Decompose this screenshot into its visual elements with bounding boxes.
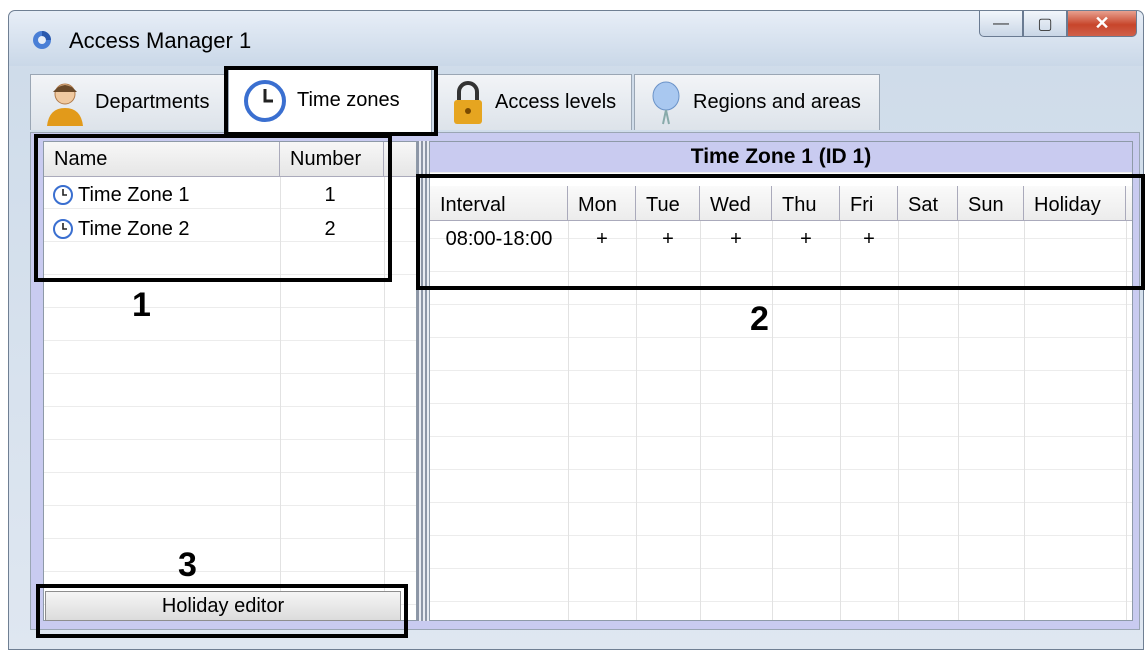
column-header-sun[interactable]: Sun xyxy=(958,186,1024,220)
list-item[interactable]: Time Zone 2 2 xyxy=(44,212,416,246)
tab-regions-and-areas[interactable]: Regions and areas xyxy=(634,74,880,130)
time-zones-list: Name Number Time Zone 1 1 Time Zone 2 2 … xyxy=(43,141,417,621)
column-header-sat[interactable]: Sat xyxy=(898,186,958,220)
content-panel: Name Number Time Zone 1 1 Time Zone 2 2 … xyxy=(30,132,1140,630)
callout-1: 1 xyxy=(132,286,151,324)
tab-departments[interactable]: Departments xyxy=(30,74,226,130)
clock-icon xyxy=(243,79,287,123)
maximize-button[interactable]: ▢ xyxy=(1023,11,1067,37)
close-button[interactable]: ✕ xyxy=(1067,11,1137,37)
day-cell[interactable]: + xyxy=(568,222,636,256)
app-logo-icon xyxy=(33,31,51,49)
day-cell[interactable]: + xyxy=(772,222,840,256)
interval-cell[interactable]: 08:00-18:00 xyxy=(430,222,568,256)
balloon-icon xyxy=(649,80,683,126)
time-zone-number: 1 xyxy=(324,183,336,206)
column-header-holiday[interactable]: Holiday xyxy=(1024,186,1126,220)
day-cell[interactable] xyxy=(898,222,958,256)
table-row[interactable]: 08:00-18:00 + + + + + xyxy=(430,222,1126,256)
callout-3: 3 xyxy=(178,546,197,584)
day-cell[interactable] xyxy=(1024,222,1126,256)
column-header-wed[interactable]: Wed xyxy=(700,186,772,220)
time-zone-name: Time Zone 2 xyxy=(78,217,190,240)
pane-splitter[interactable] xyxy=(417,141,429,621)
time-zone-name: Time Zone 1 xyxy=(78,183,190,206)
window-title: Access Manager 1 xyxy=(69,28,252,53)
time-zone-number: 2 xyxy=(324,217,336,240)
callout-2: 2 xyxy=(750,300,769,338)
schedule-title: Time Zone 1 (ID 1) xyxy=(430,142,1132,172)
list-header: Name Number xyxy=(44,142,416,177)
column-header-thu[interactable]: Thu xyxy=(772,186,840,220)
column-header-mon[interactable]: Mon xyxy=(568,186,636,220)
tab-time-zones[interactable]: Time zones xyxy=(228,66,432,134)
column-header-name[interactable]: Name xyxy=(44,142,280,176)
tab-label: Access levels xyxy=(495,91,617,113)
clock-icon xyxy=(53,219,73,239)
tab-label: Time zones xyxy=(297,89,400,111)
tab-label: Departments xyxy=(95,91,210,113)
day-cell[interactable]: + xyxy=(840,222,898,256)
schedule-header: Interval Mon Tue Wed Thu Fri Sat Sun Hol… xyxy=(430,186,1132,221)
lock-icon xyxy=(451,80,485,126)
tab-label: Regions and areas xyxy=(693,91,861,113)
tab-access-levels[interactable]: Access levels xyxy=(436,74,632,130)
list-item[interactable]: Time Zone 1 1 xyxy=(44,178,416,212)
clock-icon xyxy=(53,185,73,205)
day-cell[interactable]: + xyxy=(636,222,700,256)
minimize-button[interactable]: — xyxy=(979,11,1023,37)
person-icon xyxy=(45,80,85,126)
column-header-interval[interactable]: Interval xyxy=(430,186,568,220)
holiday-editor-button[interactable]: Holiday editor xyxy=(45,591,401,621)
column-header-number[interactable]: Number xyxy=(280,142,384,176)
time-zone-schedule: Time Zone 1 (ID 1) Interval Mon Tue Wed … xyxy=(429,141,1133,621)
day-cell[interactable]: + xyxy=(700,222,772,256)
day-cell[interactable] xyxy=(958,222,1024,256)
title-bar[interactable]: Access Manager 1 — ▢ ✕ xyxy=(9,11,1143,66)
column-header-tue[interactable]: Tue xyxy=(636,186,700,220)
column-header-fri[interactable]: Fri xyxy=(840,186,898,220)
